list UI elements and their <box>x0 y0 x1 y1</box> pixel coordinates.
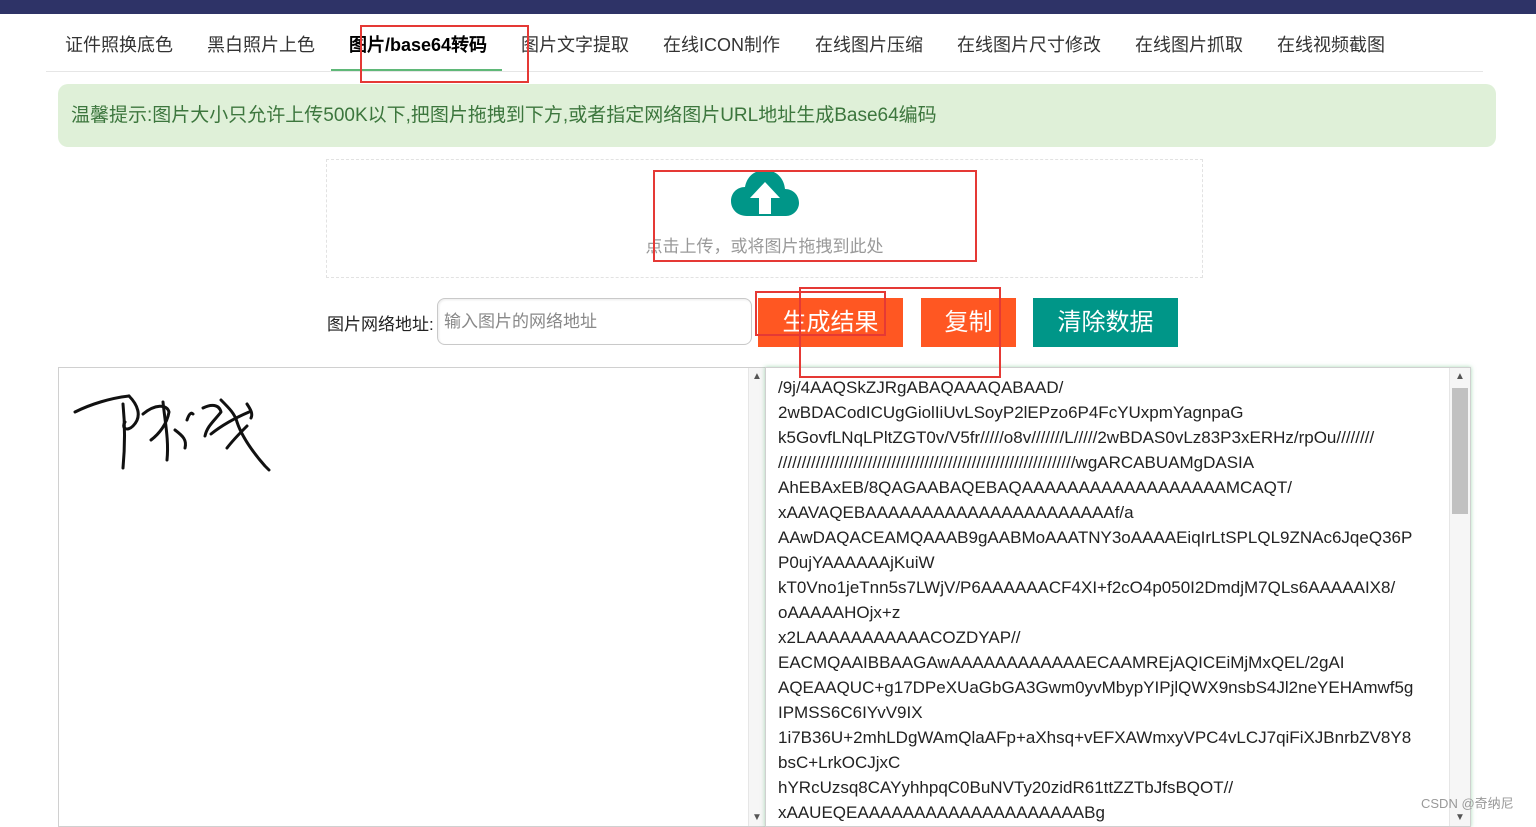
image-preview: ▲ ▼ <box>58 367 766 827</box>
upload-hint: 点击上传，或将图片拖拽到此处 <box>645 237 884 256</box>
clear-button[interactable]: 清除数据 <box>1033 298 1178 347</box>
copy-button[interactable]: 复制 <box>921 298 1016 347</box>
result-line: xAAUEQEAAAAAAAAAAAAAAAAAAAABg <box>778 803 1105 822</box>
result-line: k5GovfLNqLPltZGT0v/V5fr/////o8v///////L/… <box>778 428 1375 447</box>
tab-image-text-extract[interactable]: 图片文字提取 <box>521 14 629 71</box>
watermark: CSDN @奇纳尼 <box>1421 796 1514 811</box>
result-line: EACMQAAIBBAAGAwAAAAAAAAAAAAECAAMREjAQICE… <box>778 653 1345 672</box>
url-label: 图片网络地址: <box>327 315 434 334</box>
top-bar <box>0 0 1536 14</box>
scroll-up-icon[interactable]: ▲ <box>749 368 765 385</box>
result-line: /9j/4AAQSkZJRgABAQAAAQABAAD/ <box>778 378 1064 397</box>
tool-tabs: 证件照换底色 黑白照片上色 图片/base64转码 图片文字提取 在线ICON制… <box>46 14 1483 72</box>
tab-video-screenshot[interactable]: 在线视频截图 <box>1277 14 1385 71</box>
tab-icon-maker[interactable]: 在线ICON制作 <box>663 14 780 71</box>
base64-result-textarea[interactable]: /9j/4AAQSkZJRgABAQAAAQABAAD/2wBDACodICUg… <box>765 367 1471 827</box>
result-line: AhEBAxEB/8QAGAABAQEBAQAAAAAAAAAAAAAAAAAA… <box>778 478 1292 497</box>
tab-image-base64[interactable]: 图片/base64转码 <box>349 14 487 71</box>
active-tab-indicator <box>331 69 502 71</box>
result-line: kT0Vno1jeTnn5s7LWjV/P6AAAAAACF4XI+f2cO4p… <box>778 578 1396 597</box>
result-line: AAwDAQACEAMQAAAB9gAABMoAAATNY3oAAAAEiqIr… <box>778 528 1413 547</box>
result-line: x2LAAAAAAAAAAACOZDYAP// <box>778 628 1021 647</box>
base64-result-text: /9j/4AAQSkZJRgABAQAAAQABAAD/2wBDACodICUg… <box>778 375 1438 825</box>
tab-image-grab[interactable]: 在线图片抓取 <box>1135 14 1243 71</box>
generate-button[interactable]: 生成结果 <box>758 298 903 347</box>
result-scrollbar[interactable]: ▲ ▼ <box>1449 368 1470 826</box>
result-line: P0ujYAAAAAAjKuiW <box>778 553 935 572</box>
scrollbar-thumb[interactable] <box>1452 388 1468 514</box>
result-line: oAAAAAHOjx+z <box>778 603 901 622</box>
result-line: AQEAAQUC+g17DPeXUaGbGA3Gwm0yvMbypYIPjlQW… <box>778 678 1414 697</box>
result-line: hYRcUzsq8CAYyhhpqC0BuNVTy20zidR61ttZZTbJ… <box>778 778 1234 797</box>
result-line: bsC+LrkOCJjxC <box>778 753 901 772</box>
result-line: 2wBDACodICUgGiolIiUvLSoyP2lEPzo6P4FcYUxp… <box>778 403 1244 422</box>
image-url-input[interactable] <box>437 298 752 345</box>
result-line: IPMSS6C6IYvV9IX <box>778 703 923 722</box>
cloud-upload-icon <box>731 170 799 216</box>
tab-image-compress[interactable]: 在线图片压缩 <box>815 14 923 71</box>
notice-banner: 温馨提示:图片大小只允许上传500K以下,把图片拖拽到下方,或者指定网络图片UR… <box>58 84 1496 147</box>
tab-image-resize[interactable]: 在线图片尺寸修改 <box>957 14 1101 71</box>
upload-dropzone[interactable]: 点击上传，或将图片拖拽到此处 <box>326 159 1203 278</box>
result-line: 1i7B36U+2mhLDgWAmQlaAFp+aXhsq+vEFXAWmxyV… <box>778 728 1412 747</box>
result-line: xAAVAQEBAAAAAAAAAAAAAAAAAAAAAAf/a <box>778 503 1134 522</box>
tab-id-photo-background[interactable]: 证件照换底色 <box>65 14 173 71</box>
tab-bw-photo-colorize[interactable]: 黑白照片上色 <box>207 14 315 71</box>
result-line: ////////////////////////////////////////… <box>778 453 1255 472</box>
signature-image <box>73 394 271 472</box>
preview-scrollbar[interactable]: ▲ ▼ <box>748 368 765 826</box>
scroll-up-icon[interactable]: ▲ <box>1450 368 1470 385</box>
